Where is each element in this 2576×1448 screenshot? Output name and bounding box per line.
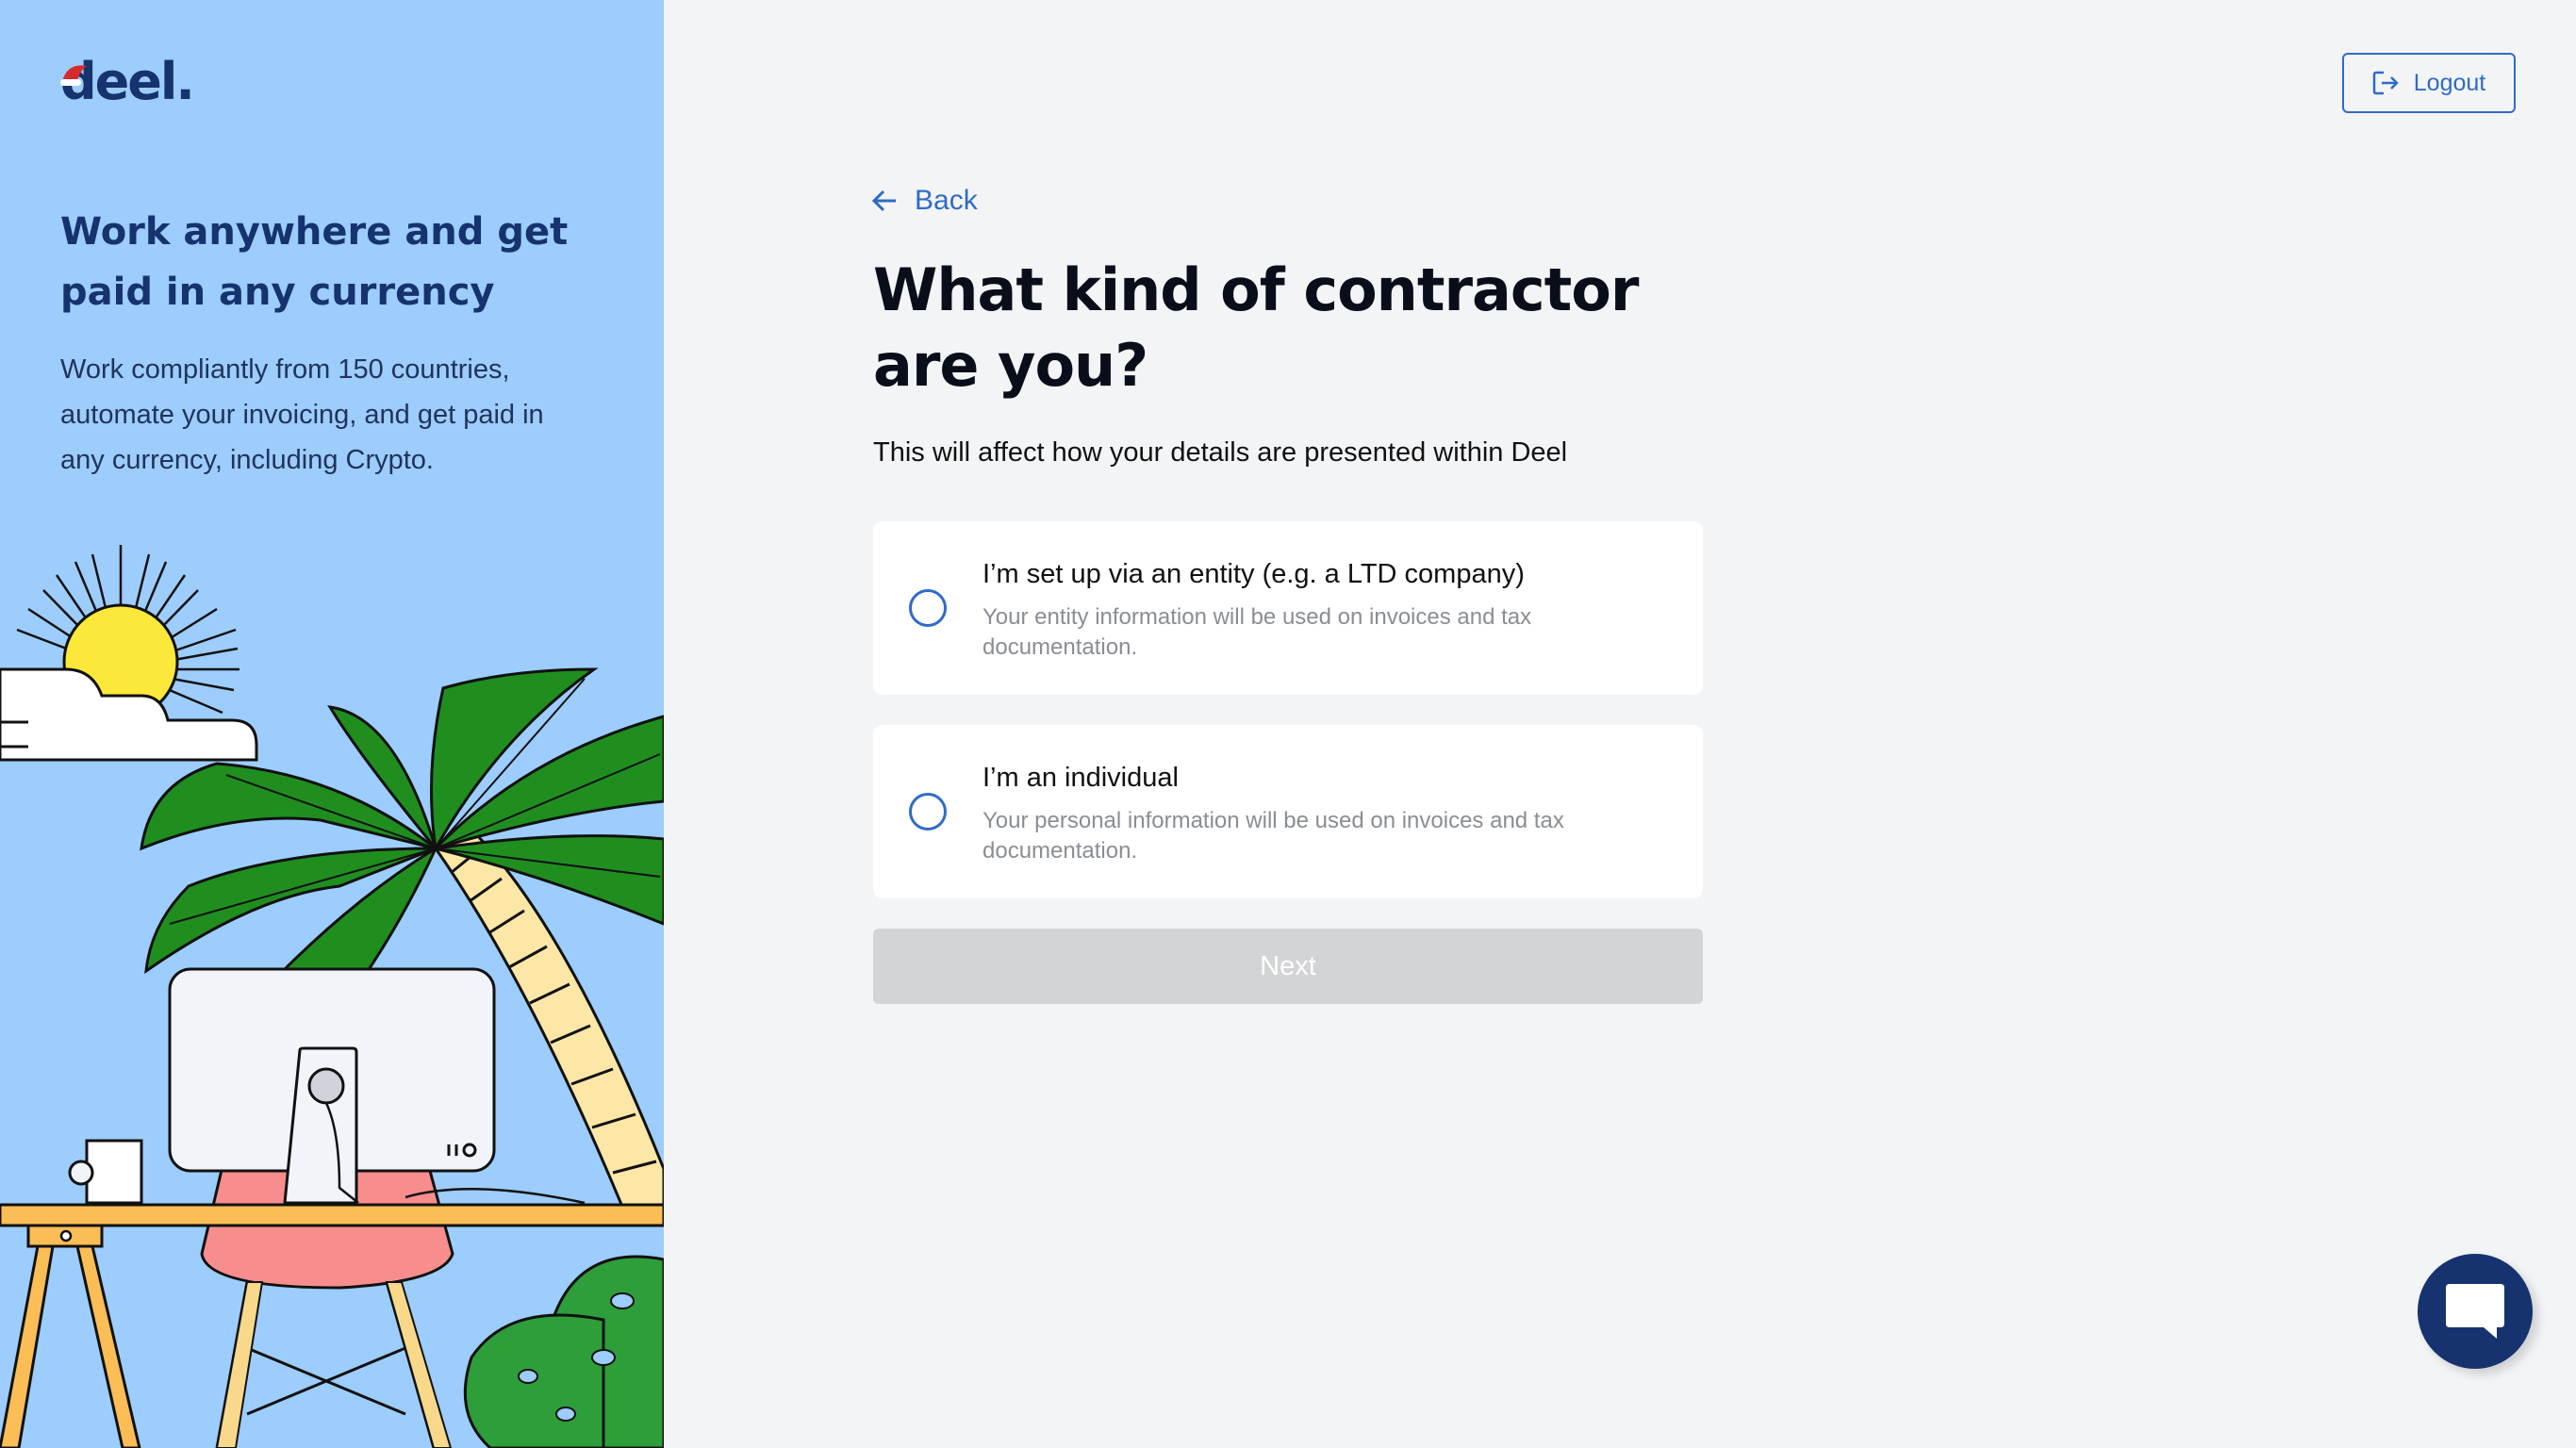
option-individual-description: Your personal information will be used o… xyxy=(983,808,1564,864)
panel-headline: Work anywhere and get paid in any curren… xyxy=(60,210,569,314)
chat-launcher-button[interactable] xyxy=(2418,1254,2533,1369)
next-button[interactable]: Next xyxy=(873,929,1703,1004)
chat-bubble-icon xyxy=(2446,1284,2504,1339)
logout-icon xyxy=(2372,71,2399,95)
back-label: Back xyxy=(915,185,978,216)
marketing-panel: deel. Work anywhere and get paid in any … xyxy=(0,0,664,1448)
workspace-illustration xyxy=(0,545,664,1448)
page-title: What kind of contractor are you? xyxy=(873,255,1639,400)
back-link[interactable]: Back xyxy=(871,185,978,217)
option-individual-title: I’m an individual xyxy=(983,763,1179,793)
logout-label: Logout xyxy=(2413,69,2486,96)
option-entity-title: I’m set up via an entity (e.g. a LTD com… xyxy=(983,559,1525,589)
radio-individual[interactable] xyxy=(909,793,947,831)
santa-hat-icon xyxy=(60,65,87,86)
option-entity[interactable]: I’m set up via an entity (e.g. a LTD com… xyxy=(873,521,1703,695)
radio-entity[interactable] xyxy=(909,589,947,627)
option-individual[interactable]: I’m an individual Your personal informat… xyxy=(873,725,1703,898)
arrow-left-icon xyxy=(871,189,896,212)
deel-logo: deel. xyxy=(60,52,195,111)
page-description: This will affect how your details are pr… xyxy=(873,437,1568,468)
panel-subtext: Work compliantly from 150 countries, aut… xyxy=(60,354,544,475)
logout-button[interactable]: Logout xyxy=(2342,53,2516,113)
option-entity-description: Your entity information will be used on … xyxy=(983,604,1532,660)
